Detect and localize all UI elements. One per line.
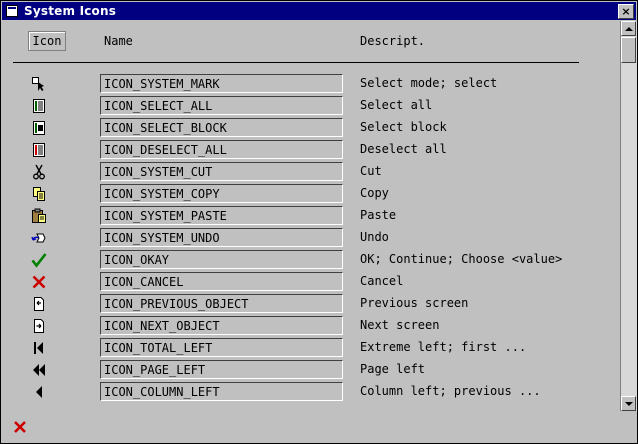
icon-description: Page left	[360, 362, 426, 376]
list-item: ICON_OKAY OK; Continue; Choose <value>	[1, 249, 611, 271]
column-header-icon[interactable]: Icon	[28, 31, 66, 51]
page-left-icon	[33, 364, 45, 376]
icon-name-field[interactable]: ICON_SYSTEM_PASTE	[100, 206, 343, 225]
next-object-icon	[34, 319, 44, 333]
select-all-icon	[33, 99, 45, 113]
icon-name-field[interactable]: ICON_COLUMN_LEFT	[100, 382, 343, 401]
list-item: ICON_SYSTEM_UNDO Undo	[1, 227, 611, 249]
deselect-all-icon	[33, 143, 45, 157]
icon-name-field[interactable]: ICON_OKAY	[100, 250, 343, 269]
icon-name-field[interactable]: ICON_SYSTEM_MARK	[100, 74, 343, 93]
list-item: ICON_COLUMN_LEFT Column left; previous .…	[1, 381, 611, 403]
system-mark-icon	[32, 77, 44, 91]
icon-description: Select mode; select	[360, 76, 498, 90]
list-item: ICON_SYSTEM_MARK Select mode; select	[1, 73, 611, 95]
list-item: ICON_SELECT_ALL Select all	[1, 95, 611, 117]
window-title: System Icons	[24, 4, 117, 18]
column-header-description: Descript.	[360, 34, 426, 48]
undo-icon	[31, 233, 46, 243]
previous-object-icon	[34, 297, 44, 311]
copy-icon	[33, 187, 45, 201]
scissors-icon	[33, 164, 45, 180]
icon-name-field[interactable]: ICON_NEXT_OBJECT	[100, 316, 343, 335]
icon-description: Extreme left; first ...	[360, 340, 527, 354]
scroll-thumb[interactable]	[621, 37, 636, 63]
paste-icon	[32, 208, 46, 223]
header-divider	[13, 62, 579, 63]
icon-description: Previous screen	[360, 296, 469, 310]
icon-description: Next screen	[360, 318, 440, 332]
checkmark-icon	[31, 253, 47, 268]
icon-name-field[interactable]: ICON_SELECT_ALL	[100, 96, 343, 115]
icon-name-field[interactable]: ICON_PREVIOUS_OBJECT	[100, 294, 343, 313]
icon-name-field[interactable]: ICON_CANCEL	[100, 272, 343, 291]
icon-name-field[interactable]: ICON_TOTAL_LEFT	[100, 338, 343, 357]
scroll-down-button[interactable]	[621, 396, 636, 411]
list-item: ICON_PAGE_LEFT Page left	[1, 359, 611, 381]
arrow-up-icon	[625, 27, 633, 31]
icon-name-field[interactable]: ICON_PAGE_LEFT	[100, 360, 343, 379]
icon-description: Cancel	[360, 274, 404, 288]
list-item: ICON_DESELECT_ALL Deselect all	[1, 139, 611, 161]
vertical-scrollbar[interactable]	[620, 21, 637, 411]
icon-description: Paste	[360, 208, 397, 222]
total-left-icon	[34, 342, 43, 354]
list-item: ICON_CANCEL Cancel	[1, 271, 611, 293]
system-icons-window: System Icons × Icon Name Descript. ICON_…	[0, 0, 638, 444]
icon-name-field[interactable]: ICON_SYSTEM_UNDO	[100, 228, 343, 247]
list-item: ICON_SYSTEM_PASTE Paste	[1, 205, 611, 227]
icon-description: Cut	[360, 164, 382, 178]
title-bar: System Icons ×	[2, 2, 636, 20]
list-item: ICON_SELECT_BLOCK Select block	[1, 117, 611, 139]
cancel-button[interactable]	[12, 419, 28, 435]
icon-name-field[interactable]: ICON_SELECT_BLOCK	[100, 118, 343, 137]
icon-description: Select all	[360, 98, 433, 112]
icon-description: Select block	[360, 120, 447, 134]
list-item: ICON_SYSTEM_CUT Cut	[1, 161, 611, 183]
icon-description: Undo	[360, 230, 389, 244]
icon-description: OK; Continue; Choose <value>	[360, 252, 563, 266]
column-left-icon	[36, 386, 42, 398]
icon-name-field[interactable]: ICON_DESELECT_ALL	[100, 140, 343, 159]
scroll-up-button[interactable]	[621, 21, 636, 36]
select-block-icon	[33, 121, 45, 135]
icon-description: Column left; previous ...	[360, 384, 541, 398]
close-button[interactable]: ×	[618, 4, 634, 19]
column-header-name: Name	[104, 34, 133, 48]
list-item: ICON_NEXT_OBJECT Next screen	[1, 315, 611, 337]
window-menu-icon[interactable]	[6, 5, 18, 17]
icon-description: Deselect all	[360, 142, 447, 156]
icon-name-field[interactable]: ICON_SYSTEM_COPY	[100, 184, 343, 203]
list-item: ICON_PREVIOUS_OBJECT Previous screen	[1, 293, 611, 315]
cancel-x-icon	[32, 275, 46, 289]
list-item: ICON_SYSTEM_COPY Copy	[1, 183, 611, 205]
icon-name-field[interactable]: ICON_SYSTEM_CUT	[100, 162, 343, 181]
list-item: ICON_TOTAL_LEFT Extreme left; first ...	[1, 337, 611, 359]
arrow-down-icon	[625, 402, 633, 406]
icon-description: Copy	[360, 186, 389, 200]
